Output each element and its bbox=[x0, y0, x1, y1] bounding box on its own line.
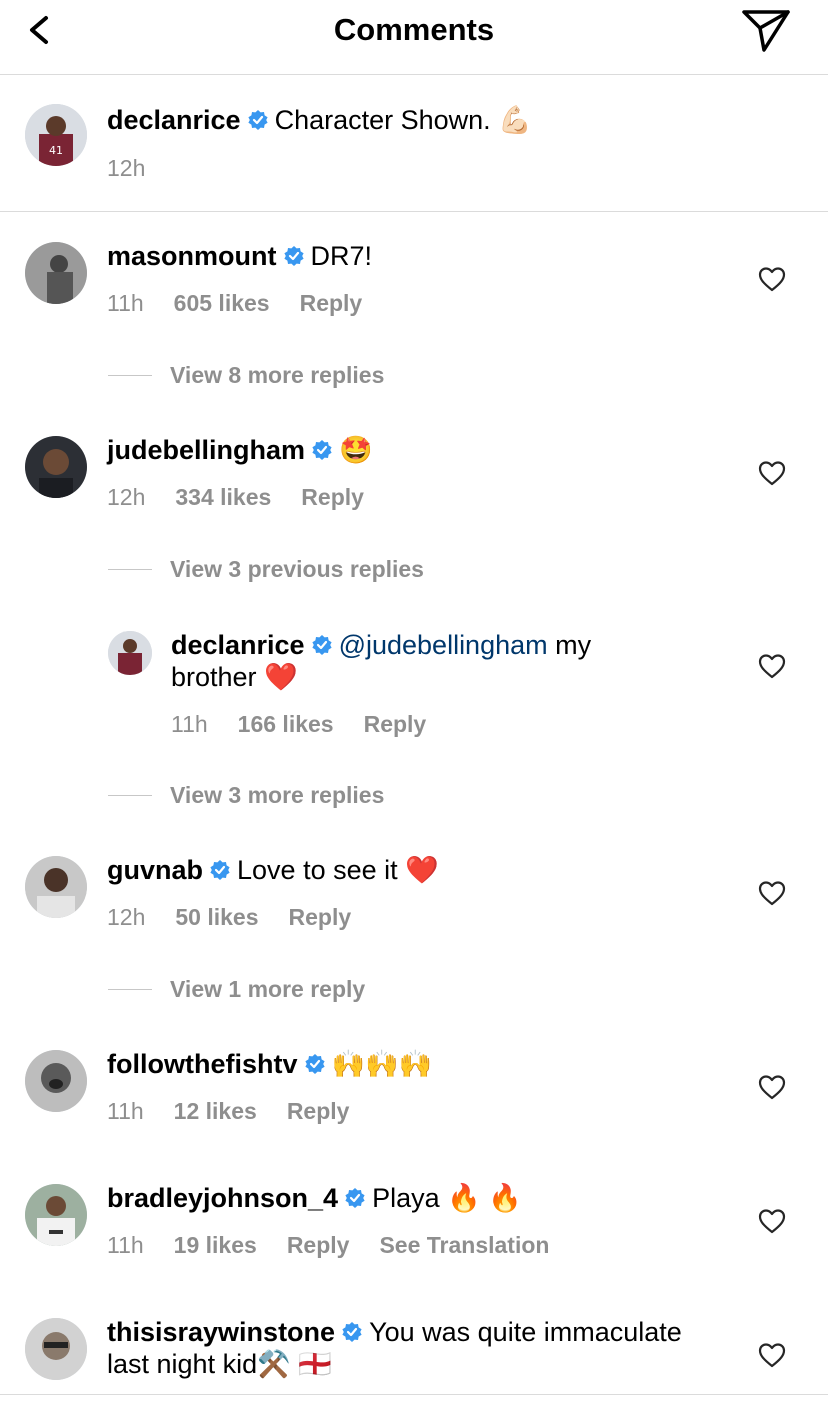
comment-item: thisisraywinstone You was quite immaculat… bbox=[0, 1288, 828, 1394]
divider bbox=[0, 1394, 828, 1395]
timestamp: 11h bbox=[171, 711, 208, 737]
comment-text: DR7! bbox=[310, 241, 373, 271]
comment-item: guvnab Love to see it ❤️ 12h 50 likes Reply bbox=[0, 826, 828, 966]
reply-button[interactable]: Reply bbox=[289, 904, 352, 930]
username[interactable]: declanrice bbox=[107, 105, 241, 135]
likes-count[interactable]: 19 likes bbox=[174, 1232, 257, 1258]
timestamp: 12h bbox=[107, 484, 146, 510]
verified-badge-icon bbox=[342, 1322, 362, 1342]
heart-icon[interactable] bbox=[758, 1074, 786, 1100]
username[interactable]: followthefishtv bbox=[107, 1049, 298, 1079]
timestamp: 11h bbox=[107, 1098, 144, 1124]
verified-badge-icon bbox=[210, 860, 230, 880]
likes-count[interactable]: 12 likes bbox=[174, 1098, 257, 1124]
mention-link[interactable]: @judebellingham bbox=[339, 630, 548, 660]
comment-item: judebellingham 🤩 12h 334 likes Reply bbox=[0, 406, 828, 546]
verified-badge-icon bbox=[345, 1188, 365, 1208]
timestamp: 12h bbox=[107, 904, 146, 930]
heart-icon[interactable] bbox=[758, 1342, 786, 1368]
heart-icon[interactable] bbox=[758, 653, 786, 679]
username[interactable]: bradleyjohnson_4 bbox=[107, 1183, 338, 1213]
verified-badge-icon bbox=[304, 1054, 325, 1074]
reply-button[interactable]: Reply bbox=[287, 1098, 350, 1124]
page-title: Comments bbox=[333, 12, 495, 47]
likes-count[interactable]: 50 likes bbox=[175, 904, 258, 930]
avatar[interactable] bbox=[25, 1184, 87, 1246]
reply-button[interactable]: Reply bbox=[300, 290, 363, 316]
timestamp: 11h bbox=[107, 1232, 144, 1258]
heart-icon[interactable] bbox=[758, 1208, 786, 1234]
likes-count[interactable]: 605 likes bbox=[174, 290, 270, 316]
view-more-replies[interactable]: View 3 more replies bbox=[108, 782, 384, 812]
heart-icon[interactable] bbox=[758, 460, 786, 486]
likes-count[interactable]: 166 likes bbox=[238, 711, 334, 737]
comment-text-line2: last night kid⚒️ 🏴󠁧󠁢󠁥󠁮󠁧󠁿 bbox=[107, 1349, 332, 1379]
svg-text:41: 41 bbox=[49, 144, 63, 157]
avatar[interactable] bbox=[25, 436, 87, 498]
username[interactable]: thisisraywinstone bbox=[107, 1317, 335, 1347]
reply-item: declanrice @judebellingham my brother ❤️ … bbox=[0, 615, 828, 775]
reply-button[interactable]: Reply bbox=[364, 711, 427, 737]
timestamp: 11h bbox=[107, 290, 144, 316]
username[interactable]: judebellingham bbox=[107, 435, 305, 465]
comment-text: Playa 🔥 🔥 bbox=[372, 1183, 522, 1213]
paper-plane-icon[interactable] bbox=[740, 6, 792, 54]
heart-icon[interactable] bbox=[758, 266, 786, 292]
comment-item: masonmount DR7! 11h 605 likes Reply bbox=[0, 212, 828, 352]
reply-text-line2: brother ❤️ bbox=[171, 662, 298, 692]
verified-badge-icon bbox=[311, 635, 332, 655]
verified-badge-icon bbox=[247, 110, 268, 130]
reply-button[interactable]: Reply bbox=[301, 484, 364, 510]
reply-button[interactable]: Reply bbox=[287, 1232, 350, 1258]
view-previous-replies[interactable]: View 3 previous replies bbox=[108, 556, 424, 586]
reply-text: my bbox=[547, 630, 592, 660]
avatar[interactable] bbox=[25, 242, 87, 304]
comment-text: 🙌🙌🙌 bbox=[331, 1049, 433, 1080]
comment-item: bradleyjohnson_4 Playa 🔥 🔥 11h 19 likes Rep… bbox=[0, 1154, 828, 1284]
header-bar: Comments bbox=[0, 0, 828, 75]
avatar[interactable] bbox=[108, 631, 152, 675]
avatar[interactable] bbox=[25, 1050, 87, 1112]
username[interactable]: masonmount bbox=[107, 241, 277, 271]
avatar[interactable] bbox=[25, 856, 87, 918]
username[interactable]: guvnab bbox=[107, 855, 203, 885]
heart-icon[interactable] bbox=[758, 880, 786, 906]
verified-badge-icon bbox=[283, 246, 304, 266]
verified-badge-icon bbox=[312, 440, 332, 460]
timestamp: 12h bbox=[107, 155, 146, 181]
view-more-replies[interactable]: View 1 more reply bbox=[108, 976, 365, 1006]
avatar[interactable]: 41 bbox=[25, 104, 87, 166]
comment-text: 🤩 bbox=[339, 435, 373, 466]
username[interactable]: declanrice bbox=[171, 630, 305, 660]
post-caption: 41 declanrice Character Shown. 💪🏻 12h bbox=[0, 75, 828, 212]
comment-text: You was quite immaculate bbox=[369, 1317, 682, 1347]
comment-text: Love to see it ❤️ bbox=[237, 855, 439, 885]
likes-count[interactable]: 334 likes bbox=[175, 484, 271, 510]
comment-item: followthefishtv 🙌🙌🙌 11h 12 likes Reply bbox=[0, 1020, 828, 1150]
view-more-replies[interactable]: View 8 more replies bbox=[108, 362, 384, 392]
caption-text: Character Shown. 💪🏻 bbox=[274, 105, 532, 135]
see-translation-button[interactable]: See Translation bbox=[379, 1232, 549, 1258]
avatar[interactable] bbox=[25, 1318, 87, 1380]
